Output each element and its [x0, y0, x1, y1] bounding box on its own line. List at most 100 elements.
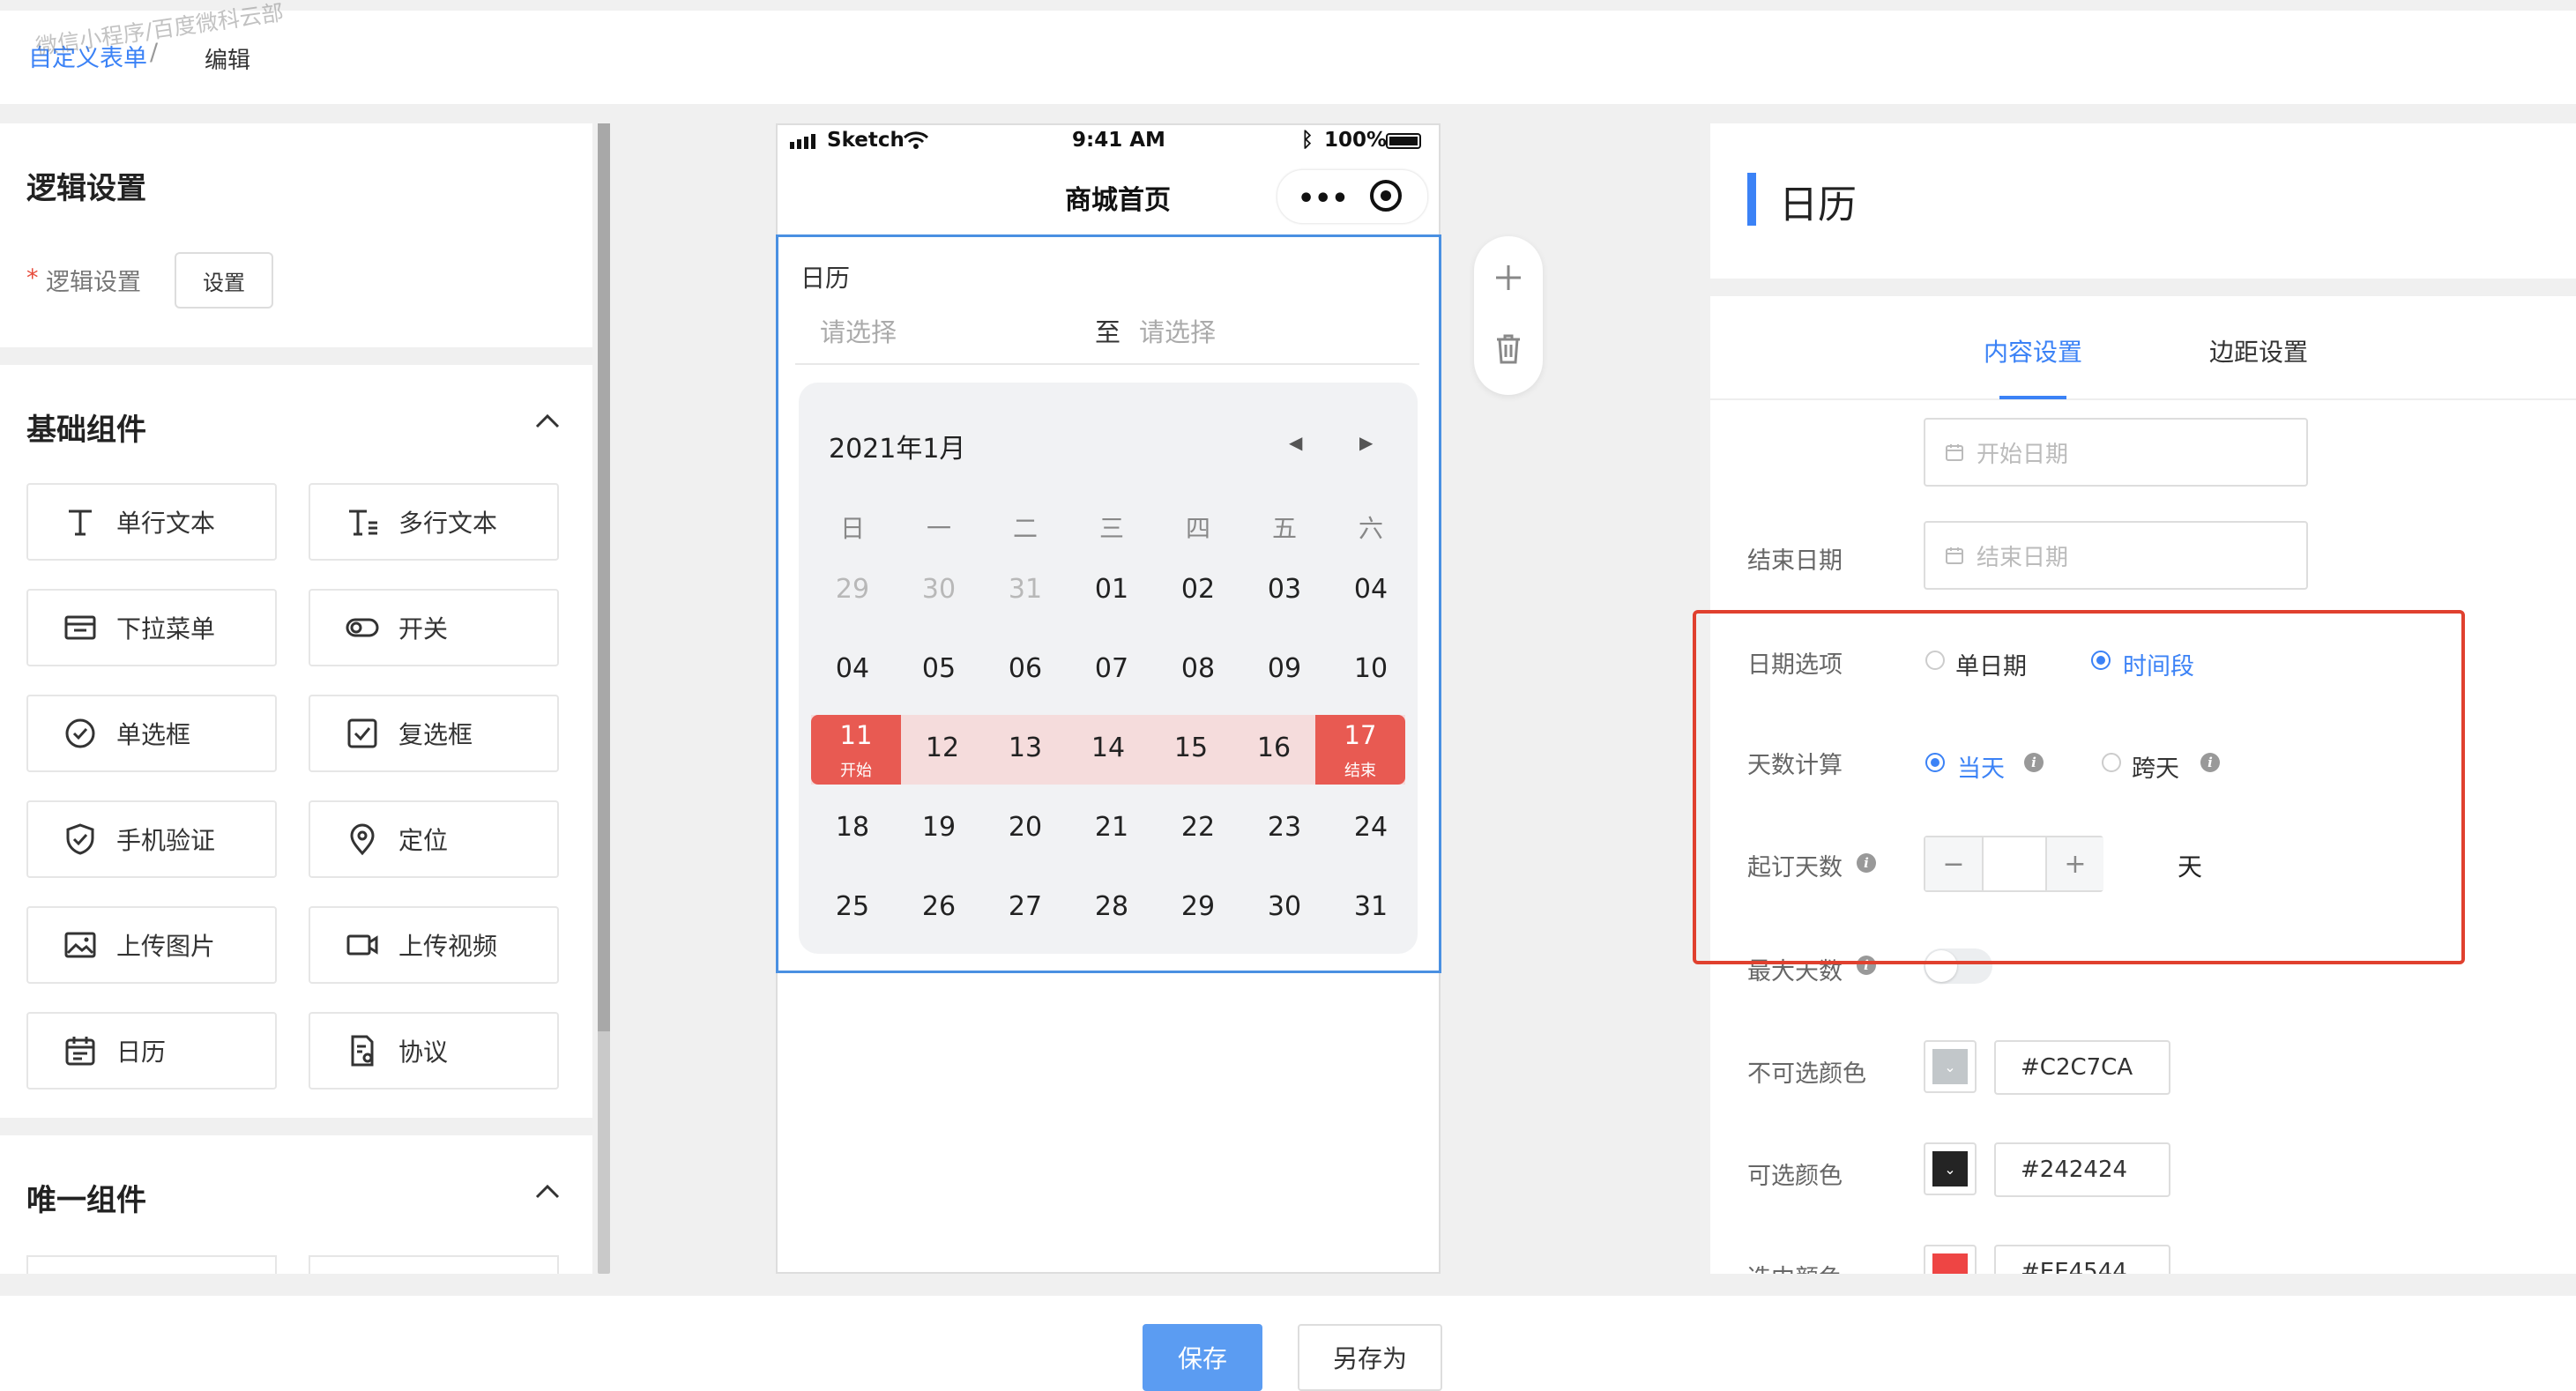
save-button[interactable]: 保存: [1143, 1324, 1262, 1391]
selectable-color-swatch[interactable]: ⌄: [1924, 1142, 1977, 1195]
range-start-number: 11: [839, 720, 873, 750]
weekday-row: 日 一 二 三 四 五 六: [809, 510, 1414, 545]
calendar-day[interactable]: 15: [1150, 733, 1232, 763]
calendar-day[interactable]: 05: [896, 653, 982, 684]
component-calendar[interactable]: 日历: [26, 1012, 277, 1090]
add-icon[interactable]: [1493, 263, 1523, 296]
calendar-day[interactable]: 22: [1155, 812, 1241, 843]
location-icon: [350, 823, 375, 856]
start-date-placeholder: 开始日期: [1977, 441, 2069, 468]
calendar-day[interactable]: 30: [896, 574, 982, 605]
calendar-day[interactable]: 31: [1328, 891, 1414, 922]
week-row: 25 26 27 28 29 30 31: [809, 891, 1414, 922]
calendar-day[interactable]: 27: [982, 891, 1068, 922]
component-multiline-text[interactable]: 多行文本: [309, 483, 559, 561]
agreement-icon: [351, 1035, 374, 1067]
week-row: 18 19 20 21 22 23 24: [809, 812, 1414, 843]
component-checkbox[interactable]: 复选框: [309, 695, 559, 772]
component-agreement[interactable]: 协议: [309, 1012, 559, 1090]
component-partial[interactable]: [26, 1255, 277, 1274]
calendar-day[interactable]: 13: [984, 733, 1067, 763]
calendar-day[interactable]: 10: [1328, 653, 1414, 684]
selectable-color-input[interactable]: #242424: [1994, 1142, 2170, 1197]
calendar-day[interactable]: 04: [809, 653, 896, 684]
prev-month-icon[interactable]: ◀: [1289, 432, 1302, 453]
component-upload-video[interactable]: 上传视频: [309, 906, 559, 984]
logic-settings-button[interactable]: 设置: [175, 252, 273, 309]
calendar-day[interactable]: 08: [1155, 653, 1241, 684]
calendar-day[interactable]: 04: [1328, 574, 1414, 605]
component-upload-image[interactable]: 上传图片: [26, 906, 277, 984]
selected-color-swatch[interactable]: [1924, 1245, 1977, 1274]
calendar-icon: [65, 1037, 95, 1066]
calendar-day[interactable]: 20: [982, 812, 1068, 843]
weekday: 二: [1012, 514, 1038, 543]
calendar-day[interactable]: 21: [1068, 812, 1155, 843]
calendar-day[interactable]: 24: [1328, 812, 1414, 843]
selected-color-input[interactable]: #EE4544: [1994, 1245, 2170, 1274]
close-miniapp-icon[interactable]: [1370, 180, 1402, 212]
image-icon: [64, 932, 96, 958]
calendar-day[interactable]: 02: [1155, 574, 1241, 605]
calendar-day[interactable]: 31: [982, 574, 1068, 605]
unique-components-title: 唯一组件: [26, 1183, 146, 1218]
bottom-divider: [0, 1274, 2576, 1296]
selected-color-row-clip: 选中颜色 #EE4544: [1710, 1243, 2576, 1274]
tab-margin-settings[interactable]: 边距设置: [2209, 333, 2308, 368]
highlight-annotation-box: [1693, 610, 2465, 964]
calendar-day[interactable]: 29: [809, 574, 896, 605]
calendar-day[interactable]: 19: [896, 812, 982, 843]
calendar-day[interactable]: 16: [1232, 733, 1315, 763]
calendar-day[interactable]: 07: [1068, 653, 1155, 684]
calendar-day[interactable]: 28: [1068, 891, 1155, 922]
bluetooth-icon: ᛒ: [1301, 129, 1314, 152]
calendar-field-label: 日历: [800, 264, 851, 293]
calendar-day[interactable]: 03: [1241, 574, 1328, 605]
calendar-day[interactable]: 29: [1155, 891, 1241, 922]
component-switch[interactable]: 开关: [309, 589, 559, 666]
component-radio[interactable]: 单选框: [26, 695, 277, 772]
component-dropdown[interactable]: 下拉菜单: [26, 589, 277, 666]
start-date-input[interactable]: 开始日期: [1924, 418, 2308, 487]
component-label: 下拉菜单: [116, 614, 216, 643]
week-row: 29 30 31 01 02 03 04: [809, 574, 1414, 605]
component-label: 多行文本: [398, 509, 498, 538]
calendar-day[interactable]: 12: [901, 733, 984, 763]
component-label: 协议: [398, 1038, 449, 1067]
calendar-day[interactable]: 18: [809, 812, 896, 843]
save-as-button[interactable]: 另存为: [1298, 1324, 1442, 1391]
component-label: 上传图片: [116, 932, 216, 961]
calendar-day[interactable]: 01: [1068, 574, 1155, 605]
end-date-input[interactable]: 结束日期: [1924, 521, 2308, 590]
disabled-color-swatch[interactable]: ⌄: [1924, 1040, 1977, 1093]
end-date-placeholder[interactable]: 请选择: [1139, 312, 1216, 349]
tab-content-settings[interactable]: 内容设置: [1984, 333, 2082, 368]
selectable-color-label: 可选颜色: [1747, 1163, 1843, 1190]
next-month-icon[interactable]: ▶: [1359, 432, 1373, 453]
trash-icon[interactable]: [1495, 333, 1522, 368]
required-mark: *: [26, 264, 39, 292]
left-scrollbar-thumb[interactable]: [598, 123, 610, 1031]
calendar-day[interactable]: 09: [1241, 653, 1328, 684]
component-partial[interactable]: [309, 1255, 559, 1274]
calendar-day[interactable]: 25: [809, 891, 896, 922]
calendar-day[interactable]: 23: [1241, 812, 1328, 843]
chevron-up-icon[interactable]: [534, 407, 561, 436]
component-label: 上传视频: [398, 932, 498, 961]
component-phone-verify[interactable]: 手机验证: [26, 800, 277, 878]
component-location[interactable]: 定位: [309, 800, 559, 878]
component-single-text[interactable]: 单行文本: [26, 483, 277, 561]
calendar-day[interactable]: 14: [1067, 733, 1150, 763]
chevron-up-icon[interactable]: [534, 1178, 561, 1207]
start-date-placeholder[interactable]: 请选择: [820, 312, 897, 349]
disabled-color-input[interactable]: #C2C7CA: [1994, 1040, 2170, 1095]
more-icon[interactable]: •••: [1298, 183, 1349, 214]
calendar-day[interactable]: 06: [982, 653, 1068, 684]
component-label: 定位: [398, 826, 449, 855]
calendar-day[interactable]: 30: [1241, 891, 1328, 922]
text-icon: [69, 510, 92, 536]
component-label: 日历: [116, 1038, 167, 1067]
calendar-day[interactable]: 26: [896, 891, 982, 922]
logic-settings-panel: [0, 123, 592, 347]
component-label: 单行文本: [116, 509, 216, 538]
